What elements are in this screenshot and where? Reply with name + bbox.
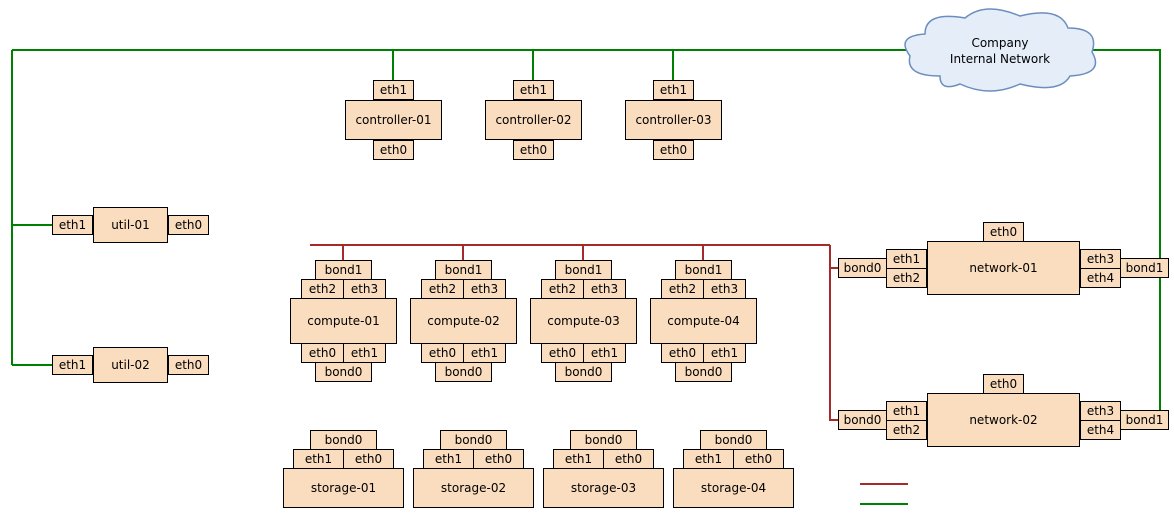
compute-03-bond1: bond1 [555, 260, 612, 280]
network-01-eth1: eth1 [886, 249, 927, 269]
cloud-company-internal-network: Company Internal Network [900, 6, 1100, 98]
storage-01-eth1: eth1 [293, 449, 344, 469]
network-01-bond0: bond0 [838, 258, 887, 278]
compute-03: compute-03 [530, 298, 637, 344]
compute-04-eth2: eth2 [661, 279, 704, 299]
controller-02-eth0: eth0 [513, 140, 554, 160]
storage-01-eth0: eth0 [343, 449, 394, 469]
storage-02-bond0: bond0 [440, 430, 507, 450]
compute-04: compute-04 [650, 298, 757, 344]
compute-02-bond0: bond0 [435, 362, 492, 382]
controller-02-eth1: eth1 [513, 80, 554, 100]
compute-03-eth3: eth3 [583, 279, 626, 299]
compute-04-bond0: bond0 [675, 362, 732, 382]
compute-02-eth1: eth1 [463, 343, 506, 363]
compute-02-eth0: eth0 [421, 343, 464, 363]
compute-02: compute-02 [410, 298, 517, 344]
util-02: util-02 [93, 347, 168, 383]
util-02-eth1: eth1 [52, 355, 93, 375]
network-02-bond0: bond0 [838, 410, 887, 430]
compute-04-bond1: bond1 [675, 260, 732, 280]
compute-01-eth2: eth2 [301, 279, 344, 299]
util-02-eth0: eth0 [168, 355, 209, 375]
util-01-eth0: eth0 [168, 215, 209, 235]
storage-01: storage-01 [283, 468, 404, 508]
network-01: network-01 [927, 241, 1080, 295]
compute-04-eth1: eth1 [703, 343, 746, 363]
util-01-eth1: eth1 [52, 215, 93, 235]
compute-03-eth1: eth1 [583, 343, 626, 363]
storage-02: storage-02 [413, 468, 534, 508]
compute-04-eth3: eth3 [703, 279, 746, 299]
storage-04-bond0: bond0 [700, 430, 767, 450]
legend-green-line [860, 503, 908, 505]
controller-02: controller-02 [485, 100, 582, 140]
compute-01-bond0: bond0 [315, 362, 372, 382]
cloud-label-line1: Company [971, 36, 1028, 50]
network-02-eth4: eth4 [1080, 420, 1121, 440]
compute-01-eth1: eth1 [343, 343, 386, 363]
controller-01-eth1: eth1 [373, 80, 414, 100]
storage-03-eth0: eth0 [603, 449, 654, 469]
compute-02-bond1: bond1 [435, 260, 492, 280]
controller-01-eth0: eth0 [373, 140, 414, 160]
network-02-eth0: eth0 [983, 374, 1024, 394]
compute-01-eth0: eth0 [301, 343, 344, 363]
controller-01: controller-01 [345, 100, 442, 140]
compute-03-eth2: eth2 [541, 279, 584, 299]
network-01-bond1: bond1 [1120, 258, 1169, 278]
network-01-eth3: eth3 [1080, 249, 1121, 269]
network-02-eth3: eth3 [1080, 401, 1121, 421]
legend-red-line [860, 483, 908, 485]
network-02: network-02 [927, 393, 1080, 447]
network-01-eth2: eth2 [886, 268, 927, 288]
storage-03-bond0: bond0 [570, 430, 637, 450]
network-02-eth2: eth2 [886, 420, 927, 440]
storage-04-eth0: eth0 [733, 449, 784, 469]
network-01-eth4: eth4 [1080, 268, 1121, 288]
storage-02-eth0: eth0 [473, 449, 524, 469]
controller-03: controller-03 [625, 100, 722, 140]
util-01: util-01 [93, 207, 168, 243]
storage-04: storage-04 [673, 468, 794, 508]
compute-03-eth0: eth0 [541, 343, 584, 363]
storage-03: storage-03 [543, 468, 664, 508]
network-01-eth0: eth0 [983, 222, 1024, 242]
compute-01-eth3: eth3 [343, 279, 386, 299]
compute-01-bond1: bond1 [315, 260, 372, 280]
storage-03-eth1: eth1 [553, 449, 604, 469]
controller-03-eth1: eth1 [653, 80, 694, 100]
compute-01: compute-01 [290, 298, 397, 344]
compute-02-eth3: eth3 [463, 279, 506, 299]
cloud-label-line2: Internal Network [950, 52, 1050, 66]
network-02-bond1: bond1 [1120, 410, 1169, 430]
compute-04-eth0: eth0 [661, 343, 704, 363]
network-02-eth1: eth1 [886, 401, 927, 421]
storage-02-eth1: eth1 [423, 449, 474, 469]
storage-04-eth1: eth1 [683, 449, 734, 469]
compute-02-eth2: eth2 [421, 279, 464, 299]
compute-03-bond0: bond0 [555, 362, 612, 382]
storage-01-bond0: bond0 [310, 430, 377, 450]
controller-03-eth0: eth0 [653, 140, 694, 160]
